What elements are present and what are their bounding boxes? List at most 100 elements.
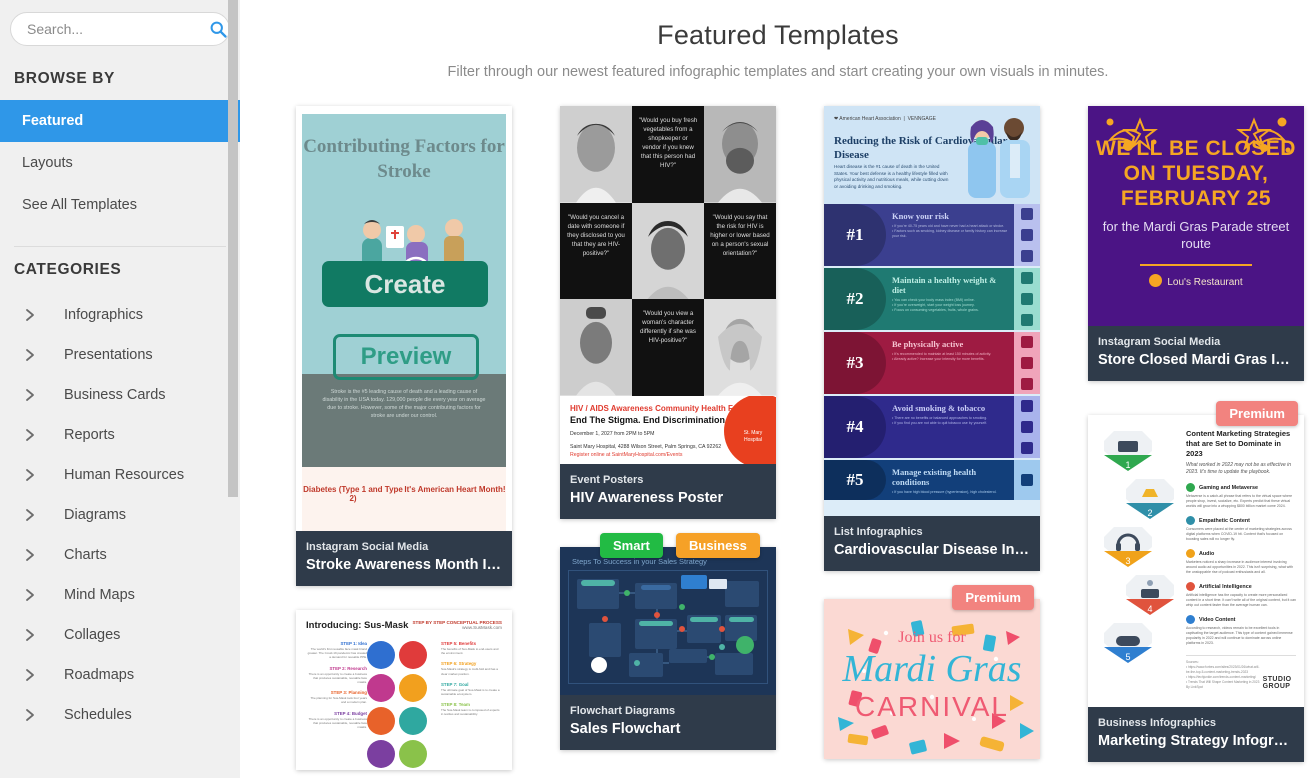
hospital-logo-badge: St. Mary Hospital [724, 396, 776, 464]
grid-column-2: "Would you buy fresh vegetables from a s… [560, 106, 776, 774]
footer-brand: STUDIO GROUP [1262, 676, 1292, 690]
template-thumbnail: Steps To Success in your Sales Strategy [560, 547, 776, 695]
card-title: Cardiovascular Disease Infograp… [834, 542, 1030, 558]
template-card-marketing-strategy[interactable]: Premium 1 2 3 4 5 Content Marketing Stra… [1088, 401, 1304, 762]
thumb-line-1: WE'LL BE CLOSED ON TUESDAY, FEBRUARY 25 [1096, 137, 1296, 210]
template-thumbnail: Introducing: Sus-Mask STEP BY STEP CONCE… [296, 610, 512, 770]
svg-text:1: 1 [1125, 460, 1130, 470]
sidebar-item-featured[interactable]: Featured [0, 100, 240, 142]
poster-event-footer: St. Mary Hospital HIV / AIDS Awareness C… [560, 396, 776, 464]
browse-list: Featured Layouts See All Templates [0, 100, 240, 226]
main-content: Featured Templates Filter through our ne… [240, 0, 1316, 778]
content-item: Gaming and Metaverse Metaverse is a catc… [1186, 483, 1293, 508]
sidebar-item-schedules[interactable]: Schedules [0, 695, 240, 735]
thumb-header-right: STEP BY STEP CONCEPTUAL PROCESS www.SusM… [412, 620, 502, 630]
template-thumbnail: "Would you buy fresh vegetables from a s… [560, 106, 776, 464]
row-number: #1 [824, 204, 886, 266]
search-box[interactable] [10, 12, 230, 46]
svg-text:5: 5 [1125, 652, 1130, 662]
template-card-hiv-awareness[interactable]: "Would you buy fresh vegetables from a s… [560, 106, 776, 519]
list-row: #2 Maintain a healthy weight & diet • Yo… [824, 268, 1040, 330]
thumb-intro: Heart disease is the #1 cause of death i… [834, 164, 949, 189]
template-card-sales-flowchart[interactable]: Smart Business Steps To Success in your … [560, 533, 776, 750]
row-number: #4 [824, 396, 886, 458]
sidebar-item-charts[interactable]: Charts [0, 535, 240, 575]
card-title: Marketing Strategy Infographic [1098, 733, 1294, 749]
step-icon-5: 5 [1100, 621, 1156, 665]
preview-button[interactable]: Preview [333, 334, 479, 380]
page-subtitle: Filter through our newest featured infog… [447, 64, 1109, 80]
template-card-store-closed-mardi-gras[interactable]: WE'LL BE CLOSED ON TUESDAY, FEBRUARY 25 … [1088, 106, 1304, 381]
thumb-step-icons [367, 641, 441, 770]
card-footer: Event Posters HIV Awareness Poster [560, 464, 776, 519]
thumb-steps-left: STEP 1: Idea The world's first reusable … [307, 641, 367, 730]
sidebar-item-infographics[interactable]: Infographics [0, 295, 240, 335]
question-tile-1: "Would you buy fresh vegetables from a s… [632, 106, 704, 203]
search-input[interactable] [27, 21, 208, 37]
template-card-cardiovascular[interactable]: ❤ American Heart Association | VENNGAGE … [824, 106, 1040, 571]
sidebar-item-see-all-templates[interactable]: See All Templates [0, 184, 240, 226]
sidebar-item-human-resources[interactable]: Human Resources [0, 455, 240, 495]
chevron-right-icon [26, 309, 34, 321]
sidebar-scrollbar-thumb[interactable] [228, 0, 238, 497]
template-thumbnail: ❤ American Heart Association | VENNGAGE … [824, 106, 1040, 516]
category-label: Diagrams [64, 507, 127, 523]
step-icon-2: 2 [1122, 477, 1178, 521]
category-label: Collages [64, 627, 121, 643]
category-label: Presentations [64, 347, 153, 363]
content-item: Video Content According to research, vid… [1186, 615, 1293, 645]
card-title: Stroke Awareness Month Instagr… [306, 557, 502, 573]
step-icon-1: 1 [1100, 429, 1156, 473]
sidebar-scrollbar[interactable] [228, 0, 238, 778]
template-thumbnail: WE'LL BE CLOSED ON TUESDAY, FEBRUARY 25 … [1088, 106, 1304, 326]
grid-column-4: WE'LL BE CLOSED ON TUESDAY, FEBRUARY 25 … [1088, 106, 1304, 778]
category-label: Charts [64, 547, 107, 563]
svg-text:2: 2 [1147, 508, 1152, 518]
sidebar-item-business-cards[interactable]: Business Cards [0, 375, 240, 415]
question-tile-3: "Would you say that the risk for HIV is … [704, 202, 776, 300]
thumb-brand: Lou's Restaurant [1088, 266, 1304, 288]
sidebar-item-reports[interactable]: Reports [0, 415, 240, 455]
category-label: Business Cards [64, 387, 166, 403]
category-label: Infographics [64, 307, 143, 323]
sidebar-item-collages[interactable]: Collages [0, 615, 240, 655]
search-icon[interactable] [208, 19, 228, 39]
list-rows: #1 Know your risk • If you're 40-75 year… [824, 204, 1040, 500]
flowchart-diagram [568, 570, 768, 684]
categories-list: Infographics Presentations Business Card… [0, 295, 240, 735]
flowchart-svg [577, 575, 759, 677]
badge-premium: Premium [952, 585, 1034, 610]
sidebar-item-roadmaps[interactable]: Roadmaps [0, 655, 240, 695]
sidebar-item-layouts[interactable]: Layouts [0, 142, 240, 184]
portrait-photo [560, 299, 632, 396]
card-category: Business Infographics [1098, 717, 1216, 729]
thumb-bottom-left: Diabetes (Type 1 and Type 2) [303, 485, 403, 503]
sidebar: BROWSE BY Featured Layouts See All Templ… [0, 0, 240, 778]
thumb-line-2: Mardi Gras [842, 648, 1022, 690]
sidebar-item-presentations[interactable]: Presentations [0, 335, 240, 375]
illustration-doctors-icon [968, 118, 1030, 198]
list-row: #5 Manage existing health conditions • I… [824, 460, 1040, 500]
sidebar-item-mind-maps[interactable]: Mind Maps [0, 575, 240, 615]
badge-premium: Premium [1216, 401, 1298, 426]
card-category: Flowchart Diagrams [570, 705, 676, 717]
template-card-mardi-gras-carnival[interactable]: Premium Join us for Mardi Gras CARNIVAL [824, 585, 1040, 759]
svg-text:4: 4 [1147, 604, 1152, 614]
template-gallery-app: BROWSE BY Featured Layouts See All Templ… [0, 0, 1316, 778]
card-footer: Instagram Social Media Store Closed Mard… [1088, 326, 1304, 381]
category-label: Human Resources [64, 467, 185, 483]
template-card-stroke-awareness[interactable]: Contributing Factors for Stroke Stroke i… [296, 106, 512, 586]
portrait-photo [704, 106, 776, 203]
chevron-right-icon [26, 709, 34, 721]
card-title: Store Closed Mardi Gras Instagr… [1098, 352, 1294, 368]
content-item: Artificial Intelligence Artificial intel… [1186, 582, 1297, 607]
card-category: Event Posters [570, 474, 644, 486]
brand-logo: ❤ American Heart Association | VENNGAGE [834, 116, 936, 122]
row-number: #3 [824, 332, 886, 394]
thumb-line-2: for the Mardi Gras Parade street route [1102, 219, 1290, 251]
card-title: HIV Awareness Poster [570, 490, 724, 506]
category-label: Roadmaps [64, 667, 135, 683]
sidebar-item-diagrams[interactable]: Diagrams [0, 495, 240, 535]
template-card-sus-mask[interactable]: Introducing: Sus-Mask STEP BY STEP CONCE… [296, 610, 512, 770]
create-button[interactable]: Create [322, 261, 488, 307]
